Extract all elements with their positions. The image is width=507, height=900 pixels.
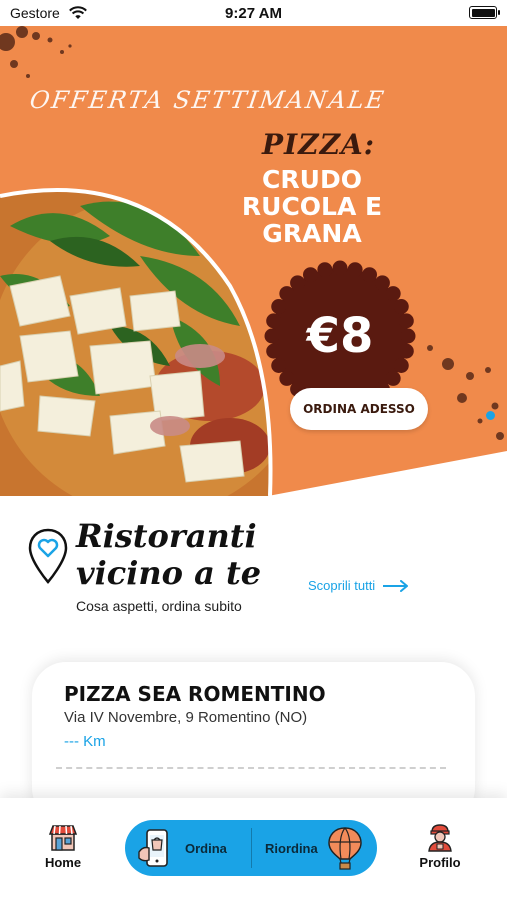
bottom-nav: Home Ordina Riordina Profilo bbox=[0, 798, 507, 900]
banner-title-line: RUCOLA E bbox=[241, 192, 383, 221]
restaurant-name: PIZZA SEA ROMENTINO bbox=[64, 682, 326, 706]
discover-all-link[interactable]: Scoprili tutti bbox=[308, 578, 409, 593]
nav-reorder-label: Riordina bbox=[265, 840, 318, 856]
order-toggle: Ordina Riordina bbox=[125, 820, 377, 876]
nav-order[interactable]: Ordina bbox=[135, 820, 253, 876]
nav-reorder[interactable]: Riordina bbox=[253, 820, 371, 876]
clock: 9:27 AM bbox=[225, 5, 282, 22]
order-now-button[interactable]: ORDINA ADESSO bbox=[290, 388, 428, 430]
nav-profile[interactable]: Profilo bbox=[412, 822, 468, 870]
price-label: €8 bbox=[306, 308, 374, 364]
restaurant-distance: --- Km bbox=[64, 733, 106, 750]
nav-profile-label: Profilo bbox=[419, 855, 461, 870]
location-pin-icon bbox=[28, 528, 68, 584]
battery-icon bbox=[469, 6, 500, 19]
nav-order-label: Ordina bbox=[185, 840, 227, 856]
discover-all-label: Scoprili tutti bbox=[308, 578, 376, 593]
separator bbox=[251, 828, 252, 868]
phone-order-icon bbox=[138, 829, 168, 867]
store-icon bbox=[48, 825, 78, 851]
nav-home[interactable]: Home bbox=[38, 822, 88, 870]
courier-profile-icon bbox=[428, 824, 452, 852]
section-title: Ristoranti vicino a te bbox=[76, 518, 316, 592]
hot-air-balloon-icon bbox=[327, 827, 362, 870]
section-title-line: Ristoranti bbox=[76, 517, 257, 555]
arrow-right-icon bbox=[383, 579, 409, 592]
section-title-line: vicino a te bbox=[76, 554, 262, 592]
banner-title-line: CRUDO bbox=[262, 165, 362, 194]
banner-kicker: OFFERTA SETTIMANALE bbox=[28, 86, 388, 114]
banner-title: CRUDO RUCOLA E GRANA bbox=[232, 166, 392, 247]
carousel-indicator[interactable] bbox=[486, 411, 495, 420]
restaurant-address: Via IV Novembre, 9 Romentino (NO) bbox=[64, 709, 308, 726]
banner-pizza-label: PIZZA: bbox=[262, 128, 376, 161]
section-subtitle: Cosa aspetti, ordina subito bbox=[76, 598, 242, 614]
nav-home-label: Home bbox=[44, 855, 82, 870]
status-bar: Gestore 9:27 AM bbox=[0, 0, 507, 26]
promo-banner[interactable]: OFFERTA SETTIMANALE PIZZA: CRUDO RUCOLA … bbox=[0, 26, 507, 496]
banner-title-line: GRANA bbox=[262, 219, 362, 248]
divider bbox=[56, 767, 446, 769]
